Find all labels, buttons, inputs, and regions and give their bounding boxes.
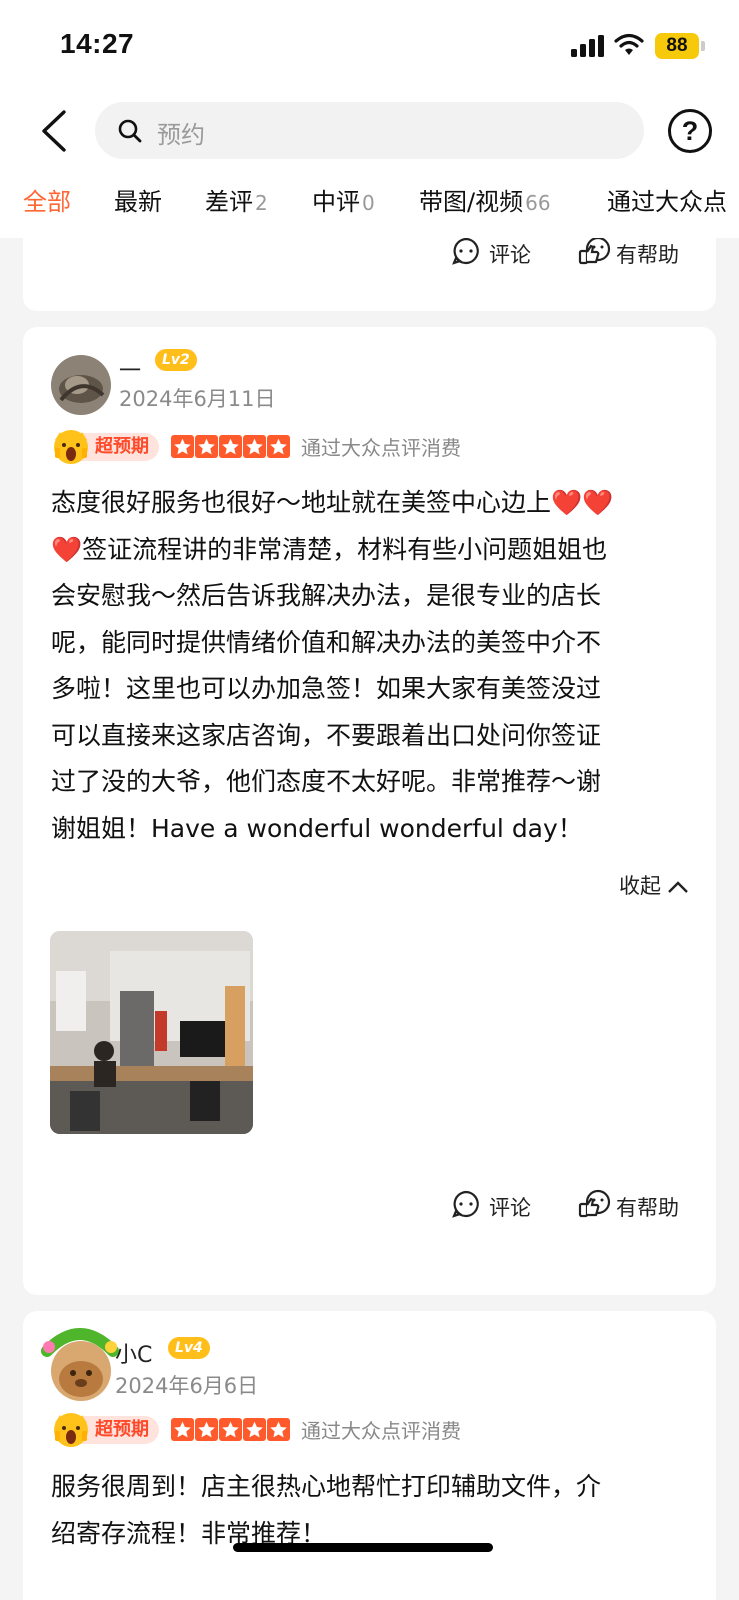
tab-label: 通过大众点: [607, 188, 727, 216]
tab-all[interactable]: 全部: [23, 182, 71, 217]
review-date: 2024年6月11日: [119, 387, 276, 411]
star-icon: [171, 1418, 194, 1441]
username[interactable]: 一: [119, 353, 141, 385]
review-line: 可以直接来这家店咨询，不要跟着出口处问你签证: [51, 720, 602, 750]
surprised-face-icon: [54, 430, 88, 464]
help-icon[interactable]: ?: [668, 109, 712, 153]
tab-label: 全部: [23, 188, 71, 216]
tab-latest[interactable]: 最新: [114, 182, 162, 217]
tab-count: 66: [525, 191, 551, 215]
battery-indicator: 88: [655, 33, 705, 59]
review-line: 会安慰我～然后告诉我解决办法，是很专业的店长: [51, 581, 602, 610]
username[interactable]: 小C: [115, 1337, 152, 1369]
tab-negative[interactable]: 差评 2: [205, 182, 268, 217]
tab-label: 最新: [114, 188, 162, 216]
helpful-button[interactable]: 有帮助: [578, 1189, 688, 1223]
star-icon: [243, 435, 266, 458]
verified-consumption: 通过大众点评消费: [301, 436, 461, 460]
home-indicator: [233, 1543, 493, 1552]
back-arrow-icon[interactable]: [36, 108, 72, 154]
review-line: 谢姐姐！Have a wonderful wonderful day！: [51, 813, 583, 843]
chevron-up-icon: [668, 881, 688, 893]
verified-consumption: 通过大众点评消费: [301, 1419, 461, 1443]
helpful-label: 有帮助: [616, 243, 679, 267]
review-date: 2024年6月6日: [115, 1374, 259, 1398]
review-actions: 评论 有帮助: [451, 1189, 691, 1223]
thumbs-up-face-icon: [578, 1189, 611, 1218]
rating-row: 超预期 通过大众点评消费: [51, 1409, 691, 1449]
surprised-face-icon: [54, 1413, 88, 1447]
star-icon: [219, 1418, 242, 1441]
tab-verified[interactable]: 通过大众点: [607, 182, 727, 217]
battery-tip: [701, 41, 705, 51]
helpful-button[interactable]: 有帮助: [578, 236, 688, 270]
tab-count: 0: [362, 191, 375, 215]
expectation-tag: 超预期: [79, 1416, 159, 1444]
star-icon: [195, 435, 218, 458]
rating-row: 超预期 通过大众点评消费: [51, 426, 691, 466]
review-line: ❤️签证流程讲的非常清楚，材料有些小问题姐姐也: [51, 534, 608, 564]
review-filter-tabs: 全部 最新 差评 2 中评 0 带图/视频 66 通过大众点: [0, 182, 739, 222]
review-text: 态度很好服务也很好～地址就在美签中心边上❤️❤️ ❤️签证流程讲的非常清楚，材料…: [51, 480, 691, 852]
review-photo[interactable]: [50, 931, 253, 1134]
search-placeholder: 预约: [157, 121, 205, 149]
review-line: 服务很周到！店主很热心地帮忙打印辅助文件，介: [51, 1472, 602, 1501]
comment-label: 评论: [489, 1196, 531, 1220]
review-line: 呢，能同时提供情绪价值和解决办法的美签中介不: [51, 627, 602, 657]
review-page: 评论 有帮助 一 Lv2 2024年6月11日 超预期 通过大众点评消费 态度很…: [0, 0, 739, 1600]
review-actions: 评论 有帮助: [451, 236, 691, 270]
avatar-frame-badge: [41, 1328, 119, 1357]
cellular-signal-icon: [571, 35, 604, 57]
avatar[interactable]: [51, 355, 111, 415]
level-badge: Lv2: [155, 349, 197, 371]
wifi-icon: [614, 33, 644, 55]
tab-label: 差评: [205, 188, 253, 216]
battery-level: 88: [655, 33, 699, 59]
tab-count: 2: [255, 191, 268, 215]
search-icon: [118, 119, 142, 143]
review-line: 过了没的大爷，他们态度不太好呢。非常推荐～谢: [51, 767, 602, 796]
expectation-tag: 超预期: [79, 433, 159, 461]
comment-icon: [452, 1190, 479, 1218]
status-time: 14:27: [60, 28, 135, 59]
review-line: 态度很好服务也很好～地址就在美签中心边上❤️❤️: [51, 488, 614, 517]
tab-neutral[interactable]: 中评 0: [312, 182, 375, 217]
collapse-label: 收起: [619, 874, 661, 898]
status-bar: 14:27 88: [0, 0, 739, 90]
comment-button[interactable]: 评论: [451, 236, 541, 270]
top-header: 14:27 88 预约 ? 全部 最新 差评 2 中评 0 带图/视频 66 通…: [0, 0, 739, 238]
comment-button[interactable]: 评论: [451, 1189, 541, 1223]
tab-label: 带图/视频: [419, 188, 524, 216]
level-badge: Lv4: [168, 1337, 210, 1359]
comment-icon: [452, 237, 479, 265]
helpful-label: 有帮助: [616, 1196, 679, 1220]
search-input[interactable]: 预约: [95, 102, 644, 159]
star-icon: [243, 1418, 266, 1441]
thumbs-up-face-icon: [578, 236, 611, 265]
tab-photo-video[interactable]: 带图/视频 66: [419, 182, 551, 217]
review-line: 多啦！这里也可以办加急签！如果大家有美签没过: [51, 674, 602, 703]
star-icon: [219, 435, 242, 458]
star-icon: [171, 435, 194, 458]
tab-label: 中评: [312, 188, 360, 216]
star-icon: [195, 1418, 218, 1441]
review-card: 小C Lv4 2024年6月6日 超预期 通过大众点评消费 服务很周到！店主很热…: [23, 1311, 716, 1600]
star-icon: [267, 1418, 290, 1441]
comment-label: 评论: [489, 243, 531, 267]
review-card: 一 Lv2 2024年6月11日 超预期 通过大众点评消费 态度很好服务也很好～…: [23, 327, 716, 1295]
star-icon: [267, 435, 290, 458]
collapse-button[interactable]: 收起: [619, 870, 689, 900]
